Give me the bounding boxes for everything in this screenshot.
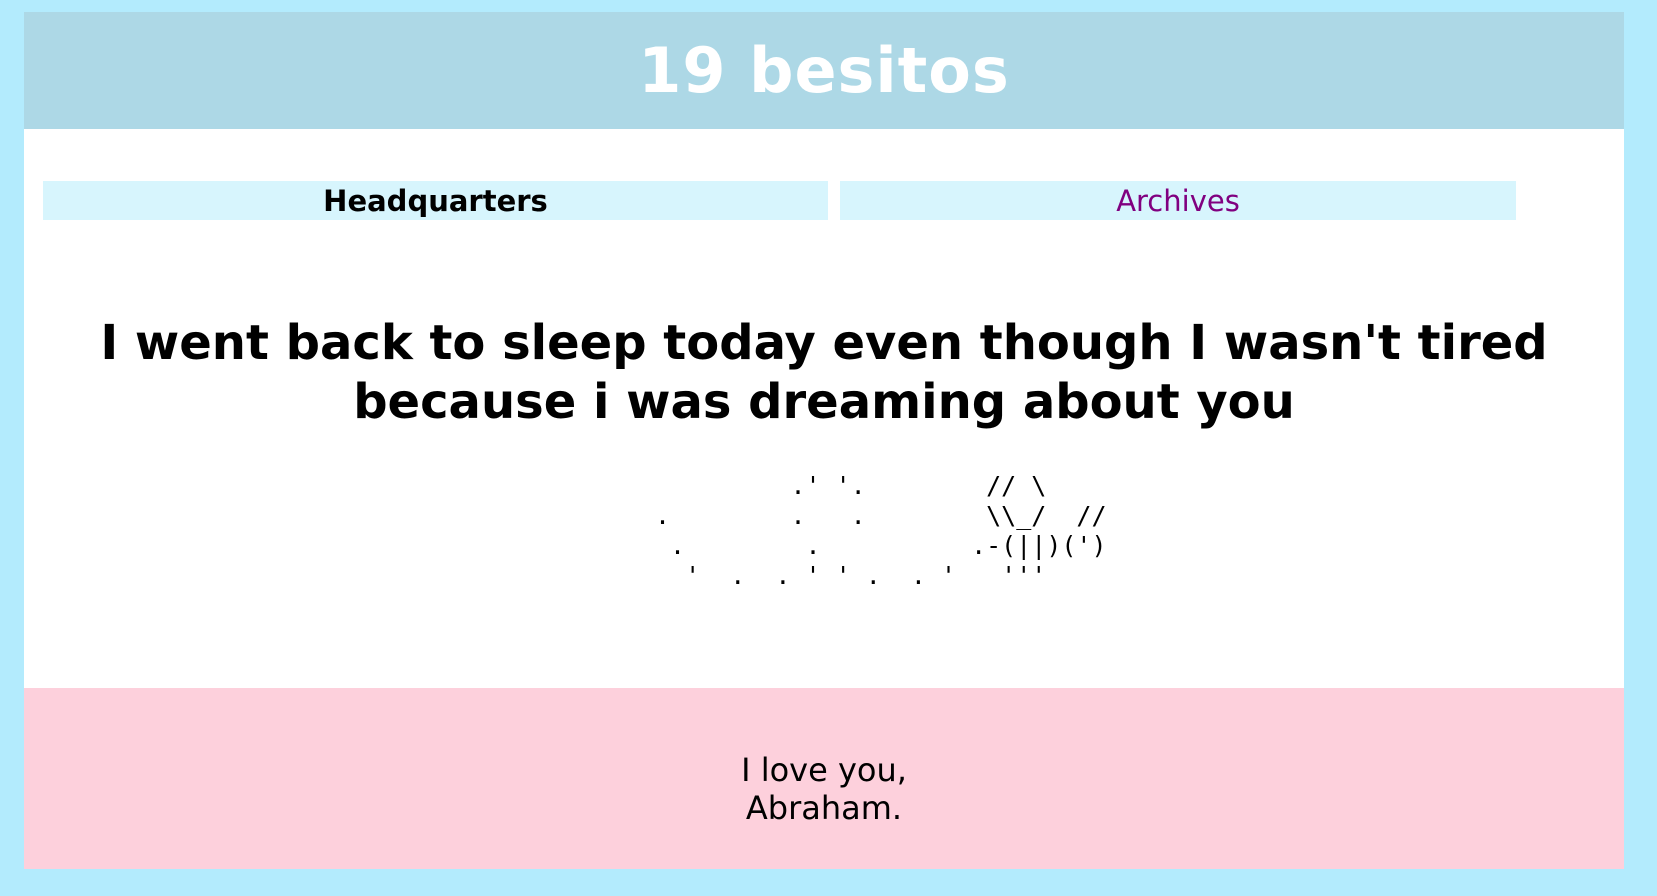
site-header: 19 besitos xyxy=(24,12,1624,129)
footer-line-name: Abraham. xyxy=(745,789,903,827)
footer-line-love: I love you, xyxy=(741,751,907,789)
site-footer: I love you, Abraham. xyxy=(24,688,1624,869)
nav-archives-link[interactable]: Archives xyxy=(840,181,1516,220)
post-title: I went back to sleep today even though I… xyxy=(100,315,1548,430)
ascii-art-cat: .' '. // \ . . . \\_/ // . . .-(||)(') '… xyxy=(655,471,1107,590)
page-container: 19 besitos Headquarters Archives I went … xyxy=(24,12,1624,869)
nav-headquarters-link[interactable]: Headquarters xyxy=(43,181,828,220)
footer-signature: I love you, Abraham. xyxy=(24,751,1624,827)
site-title: 19 besitos xyxy=(638,33,1010,107)
